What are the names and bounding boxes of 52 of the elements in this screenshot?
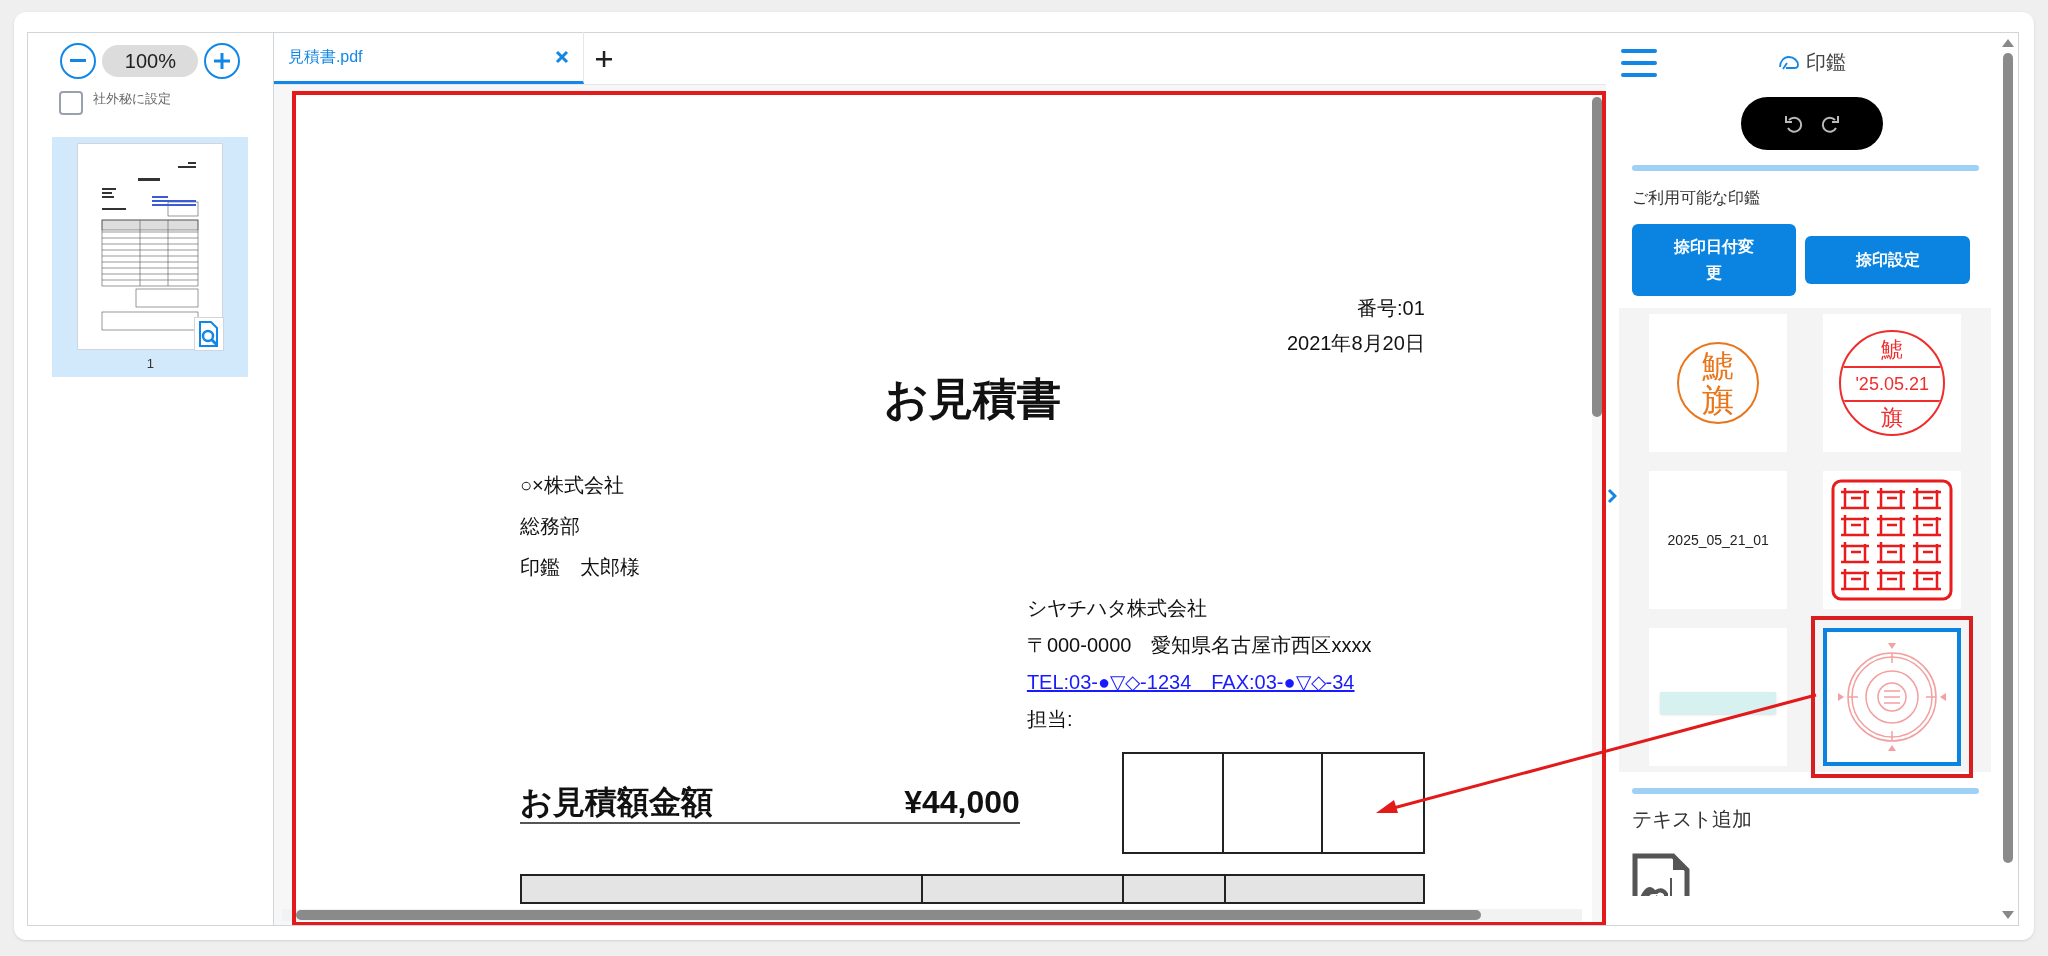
address: 〒000-0000 愛知県名古屋市西区xxxx xyxy=(1026,633,1372,658)
panel-title: 印鑑 xyxy=(1806,50,1847,75)
document-title: お見積書 xyxy=(882,373,1062,425)
section-heading: ご利用可能な印鑑 xyxy=(1632,188,1762,208)
stamp-card[interactable]: 2025_05_21_01 xyxy=(1649,471,1788,609)
zoom-in-button[interactable] xyxy=(204,43,241,79)
contact-person: 担当: xyxy=(1026,707,1073,732)
amount-label: お見積額金額 xyxy=(519,783,713,822)
scroll-up-icon[interactable] xyxy=(2002,39,2014,47)
stamp-card[interactable] xyxy=(1649,628,1788,766)
stamp-character: 鯱 xyxy=(1702,349,1735,383)
zoom-level: 100% xyxy=(102,45,199,77)
recipient-line: ○×株式会社 xyxy=(519,473,624,498)
stamp-card[interactable]: 鯱 旗 xyxy=(1649,314,1788,452)
undo-icon[interactable] xyxy=(1784,113,1805,134)
checkbox-label: 社外秘に設定 xyxy=(93,90,171,108)
stamp-hand-icon xyxy=(1778,53,1801,71)
checkbox[interactable] xyxy=(59,91,83,115)
stamp-text: 2025_05_21_01 xyxy=(1667,530,1769,550)
amount-value: ¥44,000 xyxy=(904,783,1020,822)
stamp-character: 旗 xyxy=(1881,404,1904,432)
recipient-line: 印鑑 太郎様 xyxy=(519,555,640,580)
stamp-character: 旗 xyxy=(1702,383,1735,417)
contact-link[interactable]: TEL:03-●▽◇-1234 FAX:03-●▽◇-34 xyxy=(1026,664,1355,701)
section-heading: テキスト追加 xyxy=(1632,807,1754,832)
close-icon[interactable] xyxy=(554,49,569,64)
add-text-icon[interactable] xyxy=(1632,852,1693,896)
redo-icon[interactable] xyxy=(1820,113,1841,134)
stamp-card[interactable] xyxy=(1823,471,1962,609)
stamp-action-button[interactable]: 捺印日付変更 xyxy=(1632,224,1797,296)
recipient-line: 総務部 xyxy=(519,514,580,539)
zoom-out-button[interactable] xyxy=(60,43,97,79)
stamp-character: 鯱 xyxy=(1881,336,1904,364)
stamp-date: '25.05.21 xyxy=(1841,366,1944,402)
scroll-down-icon[interactable] xyxy=(2002,911,2014,919)
document-date: 2021年8月20日 xyxy=(1287,331,1425,356)
add-tab-icon[interactable] xyxy=(595,51,612,67)
page-number: 1 xyxy=(146,355,155,373)
menu-icon[interactable] xyxy=(1621,47,1658,79)
minus-icon xyxy=(70,59,87,63)
stamp-action-button[interactable]: 捺印設定 xyxy=(1805,236,1971,284)
horizontal-scrollbar[interactable] xyxy=(281,909,1582,921)
tab-label: 見積書.pdf xyxy=(287,46,363,67)
page-thumbnail[interactable]: 1 xyxy=(52,137,249,377)
document-number: 番号:01 xyxy=(1357,296,1425,321)
stamp-card[interactable] xyxy=(1823,628,1962,766)
plus-icon xyxy=(214,53,231,69)
stamp-card[interactable]: 鯱 '25.05.21 旗 xyxy=(1823,314,1962,452)
magnifier-icon[interactable] xyxy=(194,317,225,351)
expand-chevron-icon[interactable] xyxy=(1607,488,1618,504)
vertical-scrollbar[interactable] xyxy=(2000,39,2016,919)
company-name: シヤチハタ株式会社 xyxy=(1026,596,1207,621)
